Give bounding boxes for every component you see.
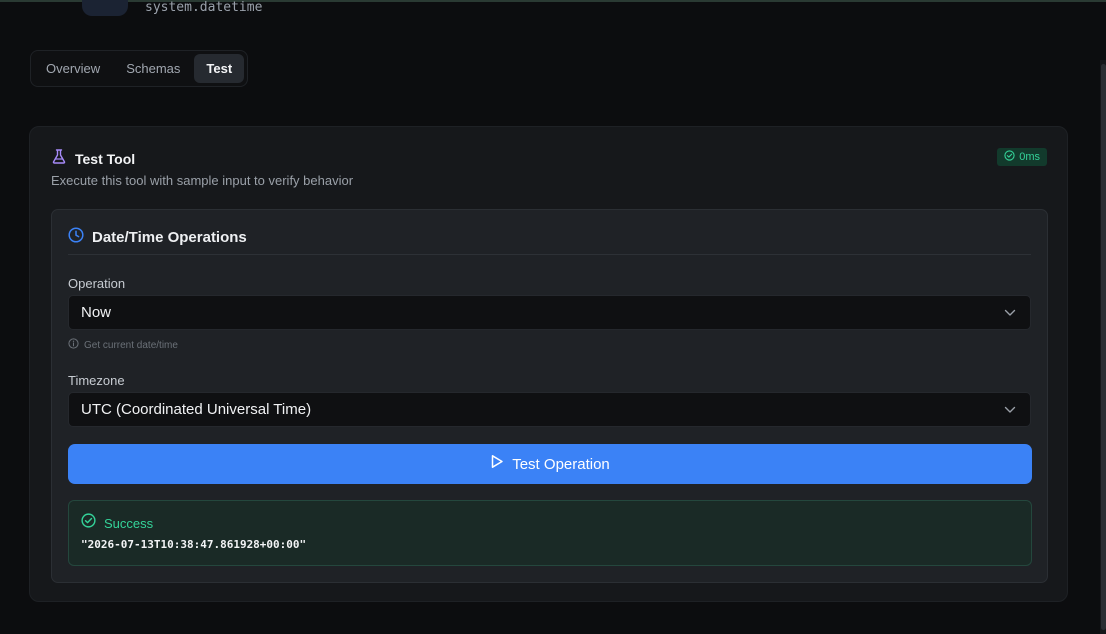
timezone-label: Timezone — [68, 373, 125, 388]
operation-hint-text: Get current date/time — [84, 339, 178, 351]
scrollbar-thumb[interactable] — [1101, 64, 1106, 630]
duration-badge: 0ms — [997, 148, 1047, 166]
operation-selected-value: Now — [81, 304, 112, 321]
timezone-selected-value: UTC (Coordinated Universal Time) — [81, 401, 312, 418]
duration-value: 0ms — [1019, 151, 1040, 163]
datetime-operations-panel: Date/Time Operations Operation Now Get c… — [51, 209, 1048, 583]
check-circle-icon — [1004, 150, 1015, 164]
card-subtitle: Execute this tool with sample input to v… — [51, 173, 354, 188]
test-tool-card: Test Tool Execute this tool with sample … — [29, 126, 1068, 602]
operation-select[interactable]: Now — [68, 295, 1031, 330]
chevron-down-icon — [1004, 304, 1016, 322]
clock-icon — [68, 227, 84, 248]
result-status: Success — [104, 515, 154, 531]
result-box: Success "2026-07-13T10:38:47.861928+00:0… — [68, 500, 1032, 566]
tab-schemas[interactable]: Schemas — [114, 54, 192, 83]
operation-hint: Get current date/time — [68, 338, 178, 352]
timezone-select[interactable]: UTC (Coordinated Universal Time) — [68, 392, 1031, 427]
chevron-down-icon — [1004, 401, 1016, 419]
tool-id: system.datetime — [145, 0, 263, 15]
info-icon — [68, 338, 79, 352]
test-operation-button[interactable]: Test Operation — [68, 444, 1032, 484]
panel-divider — [68, 254, 1031, 255]
result-header: Success — [81, 513, 153, 533]
tab-test[interactable]: Test — [194, 54, 245, 83]
test-operation-label: Test Operation — [512, 455, 610, 473]
panel-title: Date/Time Operations — [92, 229, 247, 246]
panel-header: Date/Time Operations — [68, 227, 247, 248]
tab-overview[interactable]: Overview — [34, 54, 112, 83]
flask-icon — [52, 149, 66, 169]
play-icon — [490, 454, 504, 474]
card-title: Test Tool — [75, 151, 136, 167]
card-title-row: Test Tool — [52, 149, 135, 169]
check-circle-icon — [81, 513, 96, 533]
tool-avatar — [82, 0, 128, 16]
operation-label: Operation — [68, 276, 126, 291]
tab-bar: Overview Schemas Test — [30, 50, 249, 87]
result-output: "2026-07-13T10:38:47.861928+00:00" — [81, 538, 307, 551]
